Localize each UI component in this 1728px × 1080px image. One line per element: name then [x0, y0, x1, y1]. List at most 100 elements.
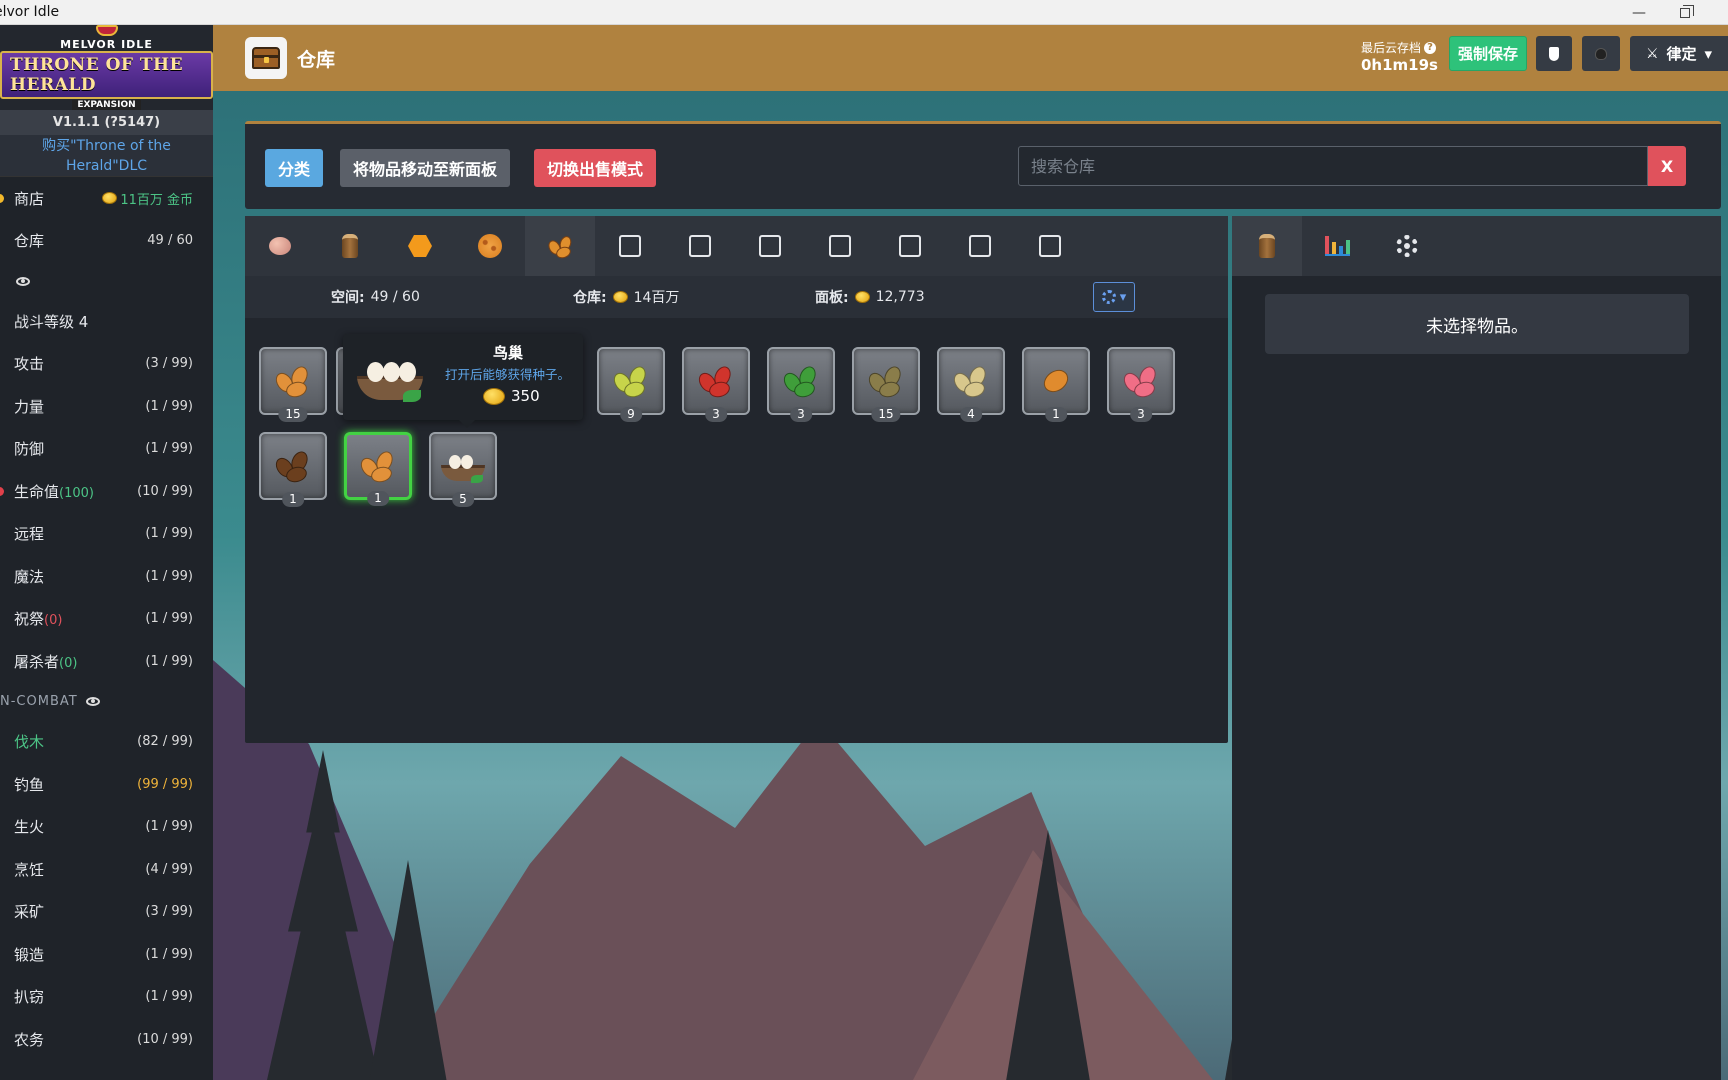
tab-item-stats[interactable]: [1302, 216, 1372, 276]
bank-tabs: [245, 216, 1228, 276]
eye-icon[interactable]: [85, 697, 100, 706]
tab-empty-7[interactable]: [665, 216, 735, 276]
sidebar-item-attack[interactable]: 攻击 (3 / 99): [0, 343, 213, 386]
bank-item[interactable]: 15: [259, 347, 327, 422]
tab-logs[interactable]: [315, 216, 385, 276]
bank-item[interactable]: 1: [1022, 347, 1090, 422]
skill-level: (1 / 99): [145, 989, 193, 1005]
cookie-icon: [478, 234, 502, 258]
item-quantity: 3: [790, 407, 812, 422]
bank-value-label: 仓库:: [573, 290, 607, 306]
sidebar-item-cooking[interactable]: 烹饪 (4 / 99): [0, 848, 213, 891]
seed-icon: [865, 363, 906, 400]
nav-noncombat: 伐木 (82 / 99) 钓鱼 (99 / 99) 生火 (1 / 99) 烹饪 (4 …: [0, 721, 213, 1061]
sidebar-item-hitpoints[interactable]: 生命值(100) (10 / 99): [0, 470, 213, 513]
slayer-sub: (0): [59, 655, 78, 671]
no-item-selected: 未选择物品。: [1265, 294, 1689, 354]
tab-empty-6[interactable]: [595, 216, 665, 276]
game-logo[interactable]: MELVOR IDLE THRONE OF THE HERALD EXPANSI…: [0, 25, 213, 110]
tooltip-price-value: 350: [511, 387, 540, 405]
bank-settings-dropdown[interactable]: ▾: [1093, 282, 1135, 312]
bank-item[interactable]: 3: [767, 347, 835, 422]
sidebar-item-magic[interactable]: 魔法 (1 / 99): [0, 555, 213, 598]
bank-item[interactable]: 3: [1107, 347, 1175, 422]
noncombat-section-head[interactable]: N-COMBAT: [0, 683, 213, 721]
skill-level: (82 / 99): [137, 734, 193, 750]
seed-icon: [610, 363, 651, 400]
tab-seeds[interactable]: [525, 216, 595, 276]
clear-search-button[interactable]: X: [1648, 146, 1686, 186]
seed-icon: [780, 363, 821, 400]
sidebar: MELVOR IDLE THRONE OF THE HERALD EXPANSI…: [0, 25, 213, 1080]
sidebar-item-defence[interactable]: 防御 (1 / 99): [0, 428, 213, 471]
skill-level: (1 / 99): [145, 611, 193, 627]
bank-item[interactable]: 15: [852, 347, 920, 422]
maximize-button[interactable]: [1662, 0, 1708, 25]
move-items-button[interactable]: 将物品移动至新面板: [340, 149, 511, 187]
bank-item[interactable]: 9: [597, 347, 665, 422]
tab-empty-9[interactable]: [805, 216, 875, 276]
potion-icon: [1549, 46, 1559, 61]
bank-item[interactable]: 4: [937, 347, 1005, 422]
sidebar-item-slayer[interactable]: 屠杀者(0) (1 / 99): [0, 640, 213, 683]
item-quantity: 3: [705, 407, 727, 422]
sidebar-item-fishing[interactable]: 钓鱼 (99 / 99): [0, 763, 213, 806]
bank-value-stat: 仓库: 14百万: [573, 287, 679, 307]
tab-bars[interactable]: [385, 216, 455, 276]
restore-icon: [1680, 4, 1694, 18]
sidebar-item-shop[interactable]: 商店 11百万 金币: [0, 177, 213, 220]
sidebar-item-farming[interactable]: 农务 (10 / 99): [0, 1018, 213, 1061]
skull-button[interactable]: [1582, 36, 1620, 71]
potion-button[interactable]: [1536, 36, 1572, 71]
bank-panel: 空间: 49 / 60 仓库: 14百万 面板: 12,773 ▾ 15 9 3 3 …: [245, 216, 1228, 743]
tab-bank-settings[interactable]: [1372, 216, 1442, 276]
prayer-sub: (0): [44, 613, 63, 629]
bank-item[interactable]: 3: [682, 347, 750, 422]
tab-item-info[interactable]: [1232, 216, 1302, 276]
skill-level: (1 / 99): [145, 819, 193, 835]
force-save-button[interactable]: 强制保存: [1449, 36, 1528, 71]
sidebar-item-smithing[interactable]: 锻造 (1 / 99): [0, 933, 213, 976]
bank-item-selected[interactable]: 1: [344, 432, 412, 506]
dlc-link[interactable]: 购买"Throne of the Herald"DLC: [0, 135, 213, 177]
coin-icon: [102, 192, 118, 205]
item-quantity: 1: [282, 492, 304, 507]
combat-section-head[interactable]: [0, 262, 213, 300]
sell-mode-button[interactable]: 切换出售模式: [534, 149, 657, 187]
tab-food[interactable]: [455, 216, 525, 276]
sidebar-item-label: 魔法: [14, 567, 45, 586]
search-input[interactable]: [1018, 146, 1648, 186]
minimize-button[interactable]: —: [1616, 0, 1662, 25]
tab-empty-12[interactable]: [1015, 216, 1085, 276]
sidebar-item-label: 攻击: [14, 355, 45, 374]
sidebar-item-thieving[interactable]: 扒窃 (1 / 99): [0, 976, 213, 1019]
tab-empty-8[interactable]: [735, 216, 805, 276]
bank-item-bird-nest[interactable]: 5: [429, 432, 497, 507]
sidebar-item-label: 祝祭(0): [14, 608, 62, 629]
item-quantity: 4: [960, 407, 982, 422]
sidebar-item-bank[interactable]: 仓库 49 / 60: [0, 220, 213, 263]
skill-name: 祝祭: [14, 610, 45, 629]
tab-empty-10[interactable]: [875, 216, 945, 276]
sort-button[interactable]: 分类: [265, 149, 324, 187]
sidebar-item-firemaking[interactable]: 生火 (1 / 99): [0, 806, 213, 849]
logo-line3: EXPANSION: [72, 100, 141, 110]
sidebar-item-ranged[interactable]: 远程 (1 / 99): [0, 513, 213, 556]
tab-value-stat: 面板: 12,773: [815, 287, 925, 307]
sidebar-item-woodcutting[interactable]: 伐木 (82 / 99): [0, 721, 213, 764]
sidebar-item-combat-level[interactable]: 战斗等级 4: [0, 300, 213, 343]
eye-icon[interactable]: [16, 276, 30, 286]
bank-stats: 空间: 49 / 60 仓库: 14百万 面板: 12,773 ▾: [245, 276, 1228, 318]
sidebar-item-prayer[interactable]: 祝祭(0) (1 / 99): [0, 598, 213, 641]
bank-space: 49 / 60: [147, 233, 193, 249]
bank-item[interactable]: 1: [259, 432, 327, 507]
tab-empty-11[interactable]: [945, 216, 1015, 276]
sidebar-item-mining[interactable]: 采矿 (3 / 99): [0, 891, 213, 934]
tab-eggs[interactable]: [245, 216, 315, 276]
game-mode-dropdown[interactable]: ⚔ 律定 ▾: [1630, 36, 1728, 71]
seed-icon: [695, 363, 736, 400]
help-icon[interactable]: ?: [1424, 41, 1437, 54]
sidebar-item-strength[interactable]: 力量 (1 / 99): [0, 385, 213, 428]
item-quantity: 9: [620, 407, 642, 422]
skill-level: (1 / 99): [145, 946, 193, 962]
